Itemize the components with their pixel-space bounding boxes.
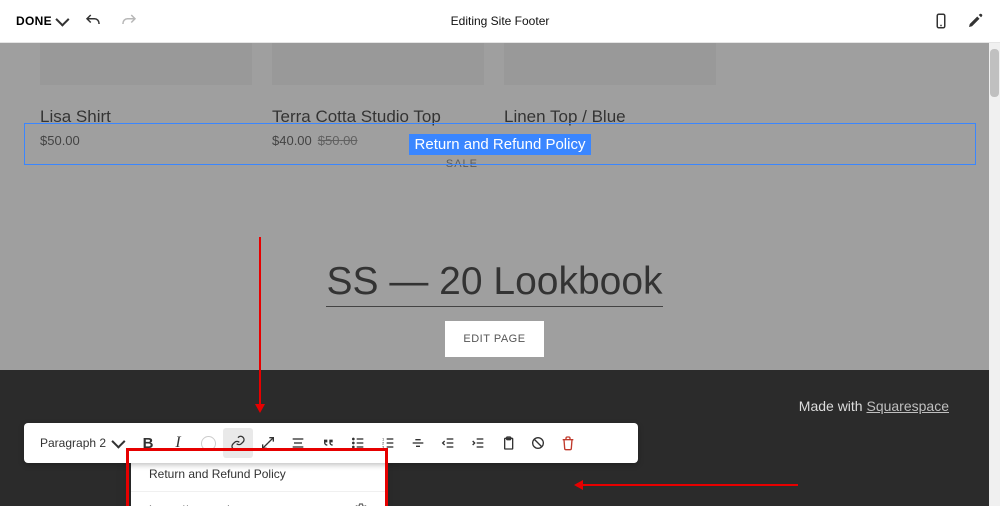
redo-button[interactable] (120, 12, 138, 30)
squarespace-link[interactable]: Squarespace (866, 398, 949, 414)
outdent-button[interactable] (433, 428, 463, 458)
gear-icon[interactable] (353, 502, 369, 506)
strikethrough-button[interactable] (403, 428, 433, 458)
page-title: Editing Site Footer (451, 14, 550, 28)
bold-button[interactable]: B (133, 428, 163, 458)
annotation-arrow-vertical (259, 237, 261, 411)
edit-page-button[interactable]: EDIT PAGE (445, 321, 543, 357)
scrollbar-thumb[interactable] (990, 49, 999, 97)
chevron-down-icon (55, 13, 69, 27)
text-color-button[interactable] (193, 428, 223, 458)
indent-button[interactable] (463, 428, 493, 458)
bullet-list-button[interactable] (343, 428, 373, 458)
undo-button[interactable] (84, 12, 102, 30)
text-block-selection[interactable]: Return and Refund Policy (24, 123, 976, 165)
annotation-arrow-horizontal (582, 484, 798, 486)
paragraph-style-select[interactable]: Paragraph 2 (30, 423, 132, 463)
text-format-toolbar: Paragraph 2 B I 123 (24, 423, 638, 463)
link-button[interactable] (223, 428, 253, 458)
clear-format-button[interactable] (523, 428, 553, 458)
mobile-preview-icon[interactable] (932, 12, 950, 30)
done-button[interactable]: DONE (16, 14, 66, 28)
lookbook-heading[interactable]: SS — 20 Lookbook (326, 260, 662, 307)
done-label: DONE (16, 14, 52, 28)
link-url-input[interactable] (149, 503, 339, 506)
numbered-list-button[interactable]: 123 (373, 428, 403, 458)
product-image (504, 43, 716, 85)
clipboard-button[interactable] (493, 428, 523, 458)
italic-button[interactable]: I (163, 428, 193, 458)
quote-button[interactable] (313, 428, 343, 458)
chevron-down-icon (111, 435, 125, 449)
made-with-label: Made with Squarespace (799, 398, 949, 414)
expand-button[interactable] (253, 428, 283, 458)
align-button[interactable] (283, 428, 313, 458)
footer-linked-text[interactable]: Return and Refund Policy (409, 134, 592, 155)
product-image (40, 43, 252, 85)
scrollbar-track[interactable] (989, 43, 1000, 506)
svg-text:3: 3 (382, 444, 385, 449)
delete-button[interactable] (553, 428, 583, 458)
paintbrush-icon[interactable] (966, 12, 984, 30)
product-image (272, 43, 484, 85)
